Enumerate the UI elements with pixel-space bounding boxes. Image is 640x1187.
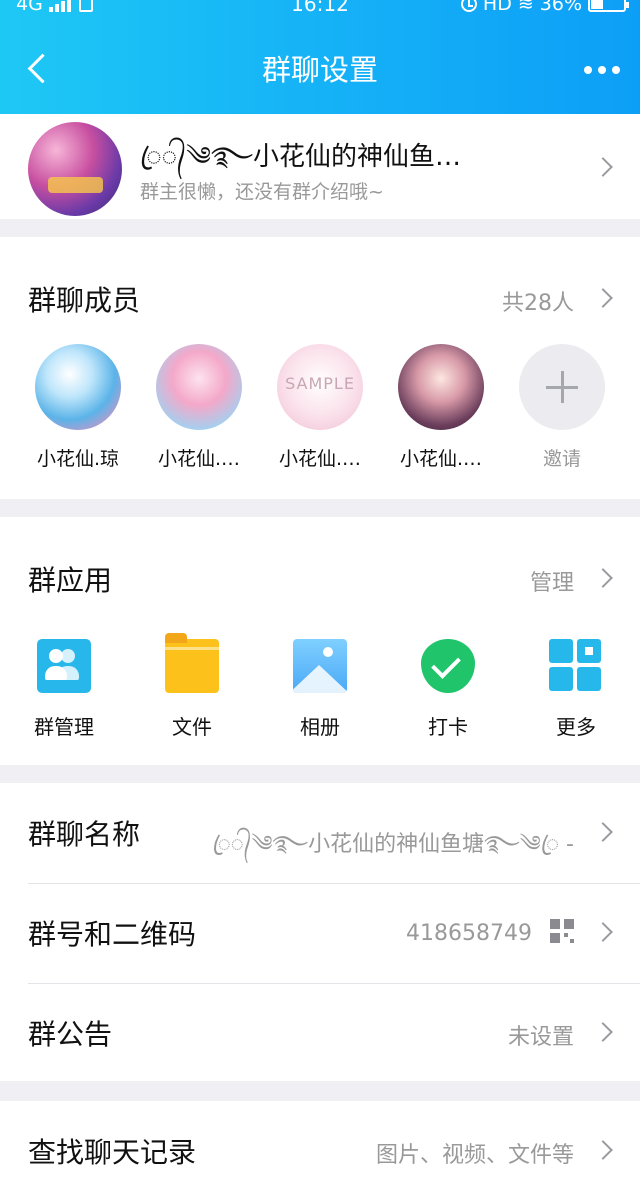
app-album[interactable]: 相册	[265, 639, 375, 740]
member-item[interactable]: 小花仙.…	[144, 344, 254, 471]
group-notice-label: 群公告	[28, 1018, 113, 1051]
chevron-right-icon[interactable]	[593, 568, 613, 588]
avatar-sample-text: SAMPLE	[285, 374, 355, 393]
plus-icon	[519, 344, 605, 430]
top-bar: 4G 16:12 HD ≋ 36% 群聊设置	[0, 0, 640, 114]
settings-list: 群聊名称 ꦿ᭄༄࿐小花仙的神仙鱼塘࿐༄ꦿ - 群号和二维码 418658749 …	[0, 783, 640, 1081]
group-name-label: 群聊名称	[28, 818, 141, 851]
chevron-right-icon	[593, 822, 613, 842]
group-profile-row[interactable]: ꦿ᭄༄࿐小花仙的神仙鱼… 群主很懒，还没有群介绍哦~	[0, 114, 640, 219]
group-name-row[interactable]: 群聊名称 ꦿ᭄༄࿐小花仙的神仙鱼塘࿐༄ꦿ -	[0, 783, 640, 883]
chevron-right-icon	[593, 157, 613, 177]
group-id-value: 418658749	[406, 921, 532, 946]
member-avatar	[35, 344, 121, 430]
grid-more-icon	[549, 639, 603, 693]
apps-title: 群应用	[28, 564, 113, 597]
hd-label: HD	[482, 0, 512, 15]
group-id-container: 418658749	[406, 919, 574, 946]
app-group-manage[interactable]: 群管理	[9, 639, 119, 740]
member-name: 小花仙.…	[399, 448, 483, 470]
search-history-hint: 图片、视频、文件等	[375, 1143, 574, 1168]
checkin-icon	[421, 639, 475, 693]
group-id-label: 群号和二维码	[28, 918, 197, 951]
app-label: 打卡	[428, 715, 468, 739]
alarm-icon	[460, 0, 477, 12]
members-section: 群聊成员 共28人 小花仙.琼 小花仙.… SAMPLE 小花仙.… 小花仙.……	[0, 237, 640, 499]
member-item[interactable]: SAMPLE 小花仙.…	[265, 344, 375, 471]
chevron-right-icon[interactable]	[593, 288, 613, 308]
group-id-row[interactable]: 群号和二维码 418658749	[0, 883, 640, 983]
member-item[interactable]: 小花仙.琼	[23, 344, 133, 471]
chevron-right-icon	[593, 1140, 613, 1160]
member-name: 小花仙.…	[278, 448, 362, 470]
group-avatar	[28, 122, 122, 216]
battery-fill	[591, 0, 604, 9]
app-more[interactable]: 更多	[521, 639, 631, 740]
member-item[interactable]: 小花仙.…	[386, 344, 496, 471]
wifi-icon: ≋	[517, 0, 534, 15]
member-avatar	[156, 344, 242, 430]
apps-manage-link[interactable]: 管理	[530, 565, 574, 597]
group-manage-icon	[37, 639, 91, 693]
group-intro: 群主很懒，还没有群介绍哦~	[140, 181, 384, 203]
member-name: 小花仙.琼	[36, 448, 120, 470]
folder-icon	[165, 633, 219, 693]
battery-icon	[588, 0, 629, 12]
group-notice-value: 未设置	[507, 1025, 574, 1050]
group-apps-section: 群应用 管理 群管理 文件 相册 打卡 更多	[0, 517, 640, 765]
invite-button[interactable]: 邀请	[507, 344, 617, 471]
chevron-right-icon	[593, 1022, 613, 1042]
app-label: 更多	[556, 715, 596, 739]
page-title: 群聊设置	[261, 53, 378, 87]
battery-percent: 36%	[539, 0, 582, 15]
search-history-label: 查找聊天记录	[28, 1136, 197, 1169]
album-icon	[293, 639, 347, 693]
group-name-value: ꦿ᭄༄࿐小花仙的神仙鱼塘࿐༄ꦿ -	[212, 832, 574, 857]
chevron-right-icon	[593, 922, 613, 942]
app-label: 群管理	[34, 715, 94, 739]
app-label: 相册	[300, 715, 340, 739]
invite-label: 邀请	[542, 448, 581, 470]
group-notice-row[interactable]: 群公告 未设置	[0, 983, 640, 1083]
member-name: 小花仙.…	[157, 448, 241, 470]
app-checkin[interactable]: 打卡	[393, 639, 503, 740]
members-title: 群聊成员	[28, 284, 141, 317]
app-file[interactable]: 文件	[137, 633, 247, 740]
status-bar: 4G 16:12 HD ≋ 36%	[0, 0, 640, 22]
member-avatar	[398, 344, 484, 430]
app-label: 文件	[172, 715, 212, 739]
more-options-button[interactable]	[582, 60, 622, 80]
status-right: HD ≋ 36%	[460, 0, 629, 15]
members-count[interactable]: 共28人	[502, 285, 574, 317]
member-avatar: SAMPLE	[277, 344, 363, 430]
search-history-row[interactable]: 查找聊天记录 图片、视频、文件等	[0, 1101, 640, 1187]
qr-code-icon	[550, 919, 574, 943]
